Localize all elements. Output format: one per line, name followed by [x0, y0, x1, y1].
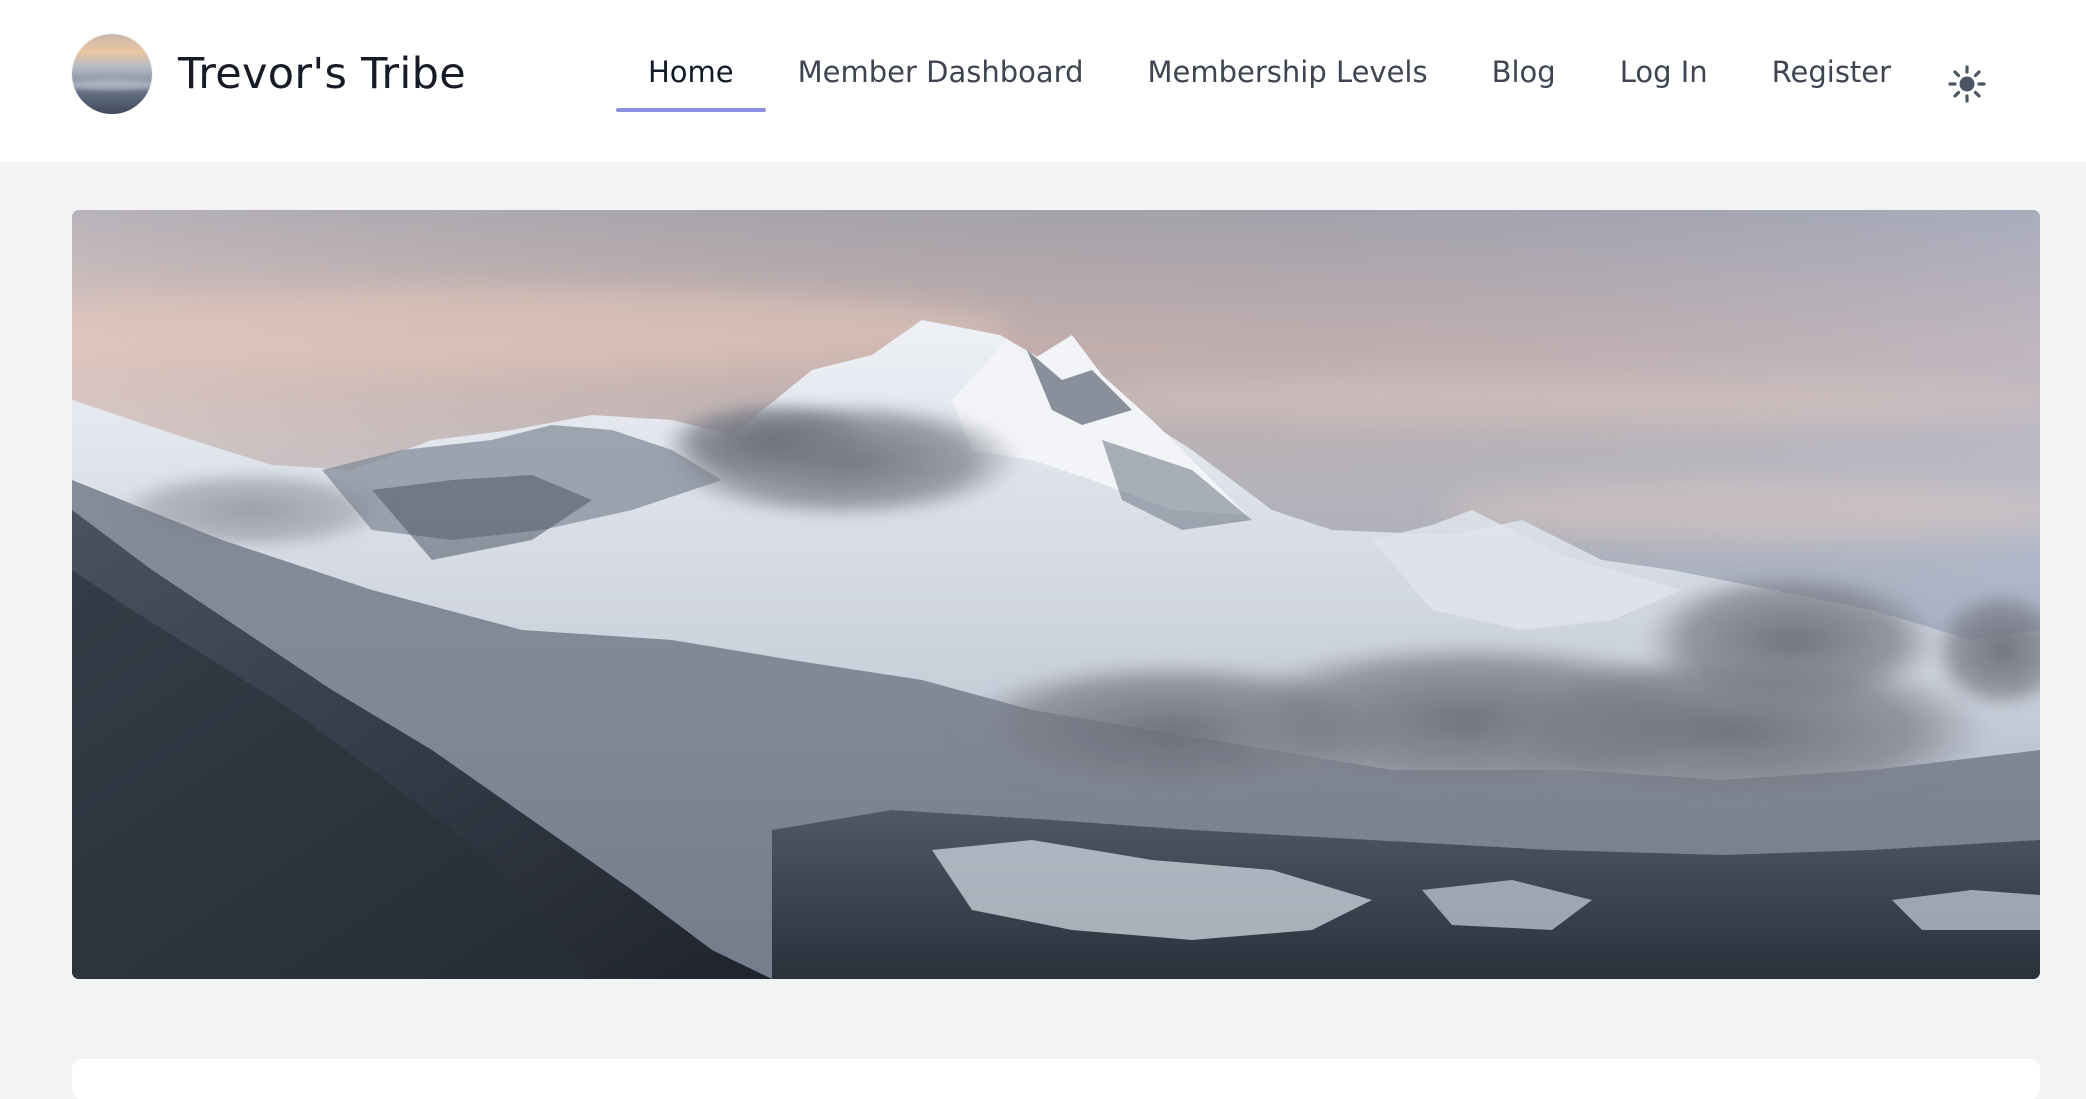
brand-home-link[interactable]: Trevor's Tribe	[72, 34, 466, 114]
site-title: Trevor's Tribe	[178, 49, 466, 99]
theme-toggle-button[interactable]	[1945, 62, 1989, 106]
site-header: Trevor's Tribe Home Member Dashboard Mem…	[0, 0, 2086, 162]
content-card	[72, 1059, 2040, 1099]
mountain-landscape-illustration	[72, 210, 2040, 979]
nav-item-membership-levels[interactable]: Membership Levels	[1115, 40, 1459, 112]
sun-icon	[1948, 65, 1986, 103]
nav-item-blog[interactable]: Blog	[1460, 40, 1588, 112]
nav-item-member-dashboard[interactable]: Member Dashboard	[766, 40, 1116, 112]
nav-item-register[interactable]: Register	[1740, 40, 1923, 112]
nav-item-home[interactable]: Home	[616, 40, 766, 112]
site-logo-avatar	[72, 34, 152, 114]
main-nav: Home Member Dashboard Membership Levels …	[616, 40, 1923, 112]
nav-item-log-in[interactable]: Log In	[1588, 40, 1740, 112]
hero-mountain-image	[72, 210, 2040, 979]
